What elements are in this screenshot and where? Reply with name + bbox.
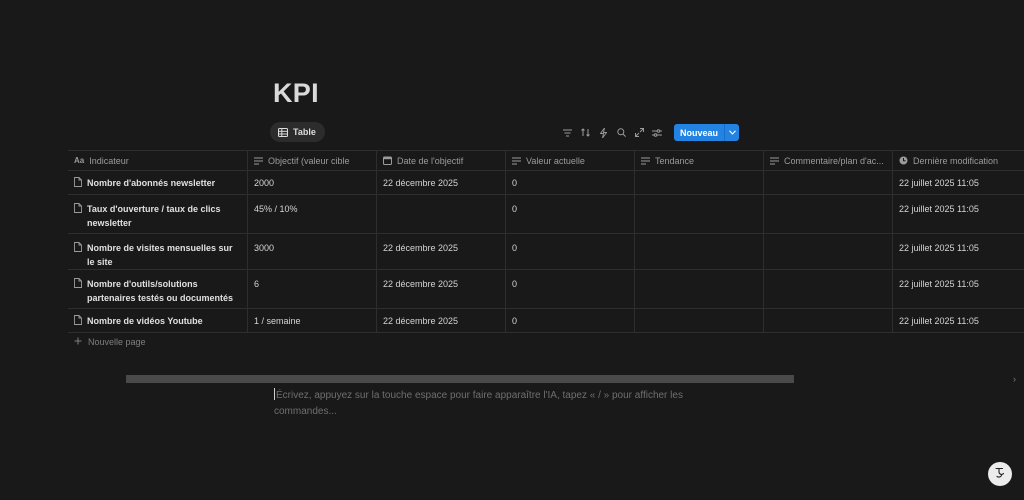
new-page-label: Nouvelle page	[88, 337, 146, 347]
new-button[interactable]: Nouveau	[674, 124, 724, 141]
cell-commentaire[interactable]	[764, 234, 893, 269]
title-icon: Aa	[74, 156, 85, 165]
cell-date[interactable]: 22 décembre 2025	[377, 234, 506, 269]
cell-objectif[interactable]: 2000	[248, 171, 377, 194]
cell-derniere-modification: 22 juillet 2025 11:05	[899, 316, 979, 326]
cell-indicateur[interactable]: Nombre d'abonnés newsletter	[68, 171, 248, 194]
text-icon	[512, 157, 521, 165]
cell-objectif[interactable]: 6	[248, 270, 377, 308]
table-row[interactable]: Taux d'ouverture / taux de clics newslet…	[68, 195, 1024, 234]
text-caret	[274, 388, 275, 400]
column-header-date[interactable]: Date de l'objectif	[377, 151, 506, 170]
page-icon	[74, 242, 82, 256]
help-button[interactable]	[988, 462, 1012, 486]
clock-icon	[899, 156, 908, 165]
search-icon[interactable]	[612, 124, 630, 141]
column-header-indicateur[interactable]: Aa Indicateur	[68, 151, 248, 170]
page-icon	[74, 177, 82, 191]
editor-placeholder: Écrivez, appuyez sur la touche espace po…	[274, 390, 683, 417]
database-toolbar: Nouveau	[558, 124, 740, 141]
table-header-row: Aa Indicateur Objectif (valeur cible Dat…	[68, 150, 1024, 171]
cell-date[interactable]: 22 décembre 2025	[377, 309, 506, 332]
cell-derniere-modification: 22 juillet 2025 11:05	[899, 178, 979, 188]
page-icon	[74, 278, 82, 292]
cell-date[interactable]: 22 décembre 2025	[377, 270, 506, 308]
cell-valeur[interactable]: 0	[506, 171, 635, 194]
cell-commentaire[interactable]	[764, 195, 893, 233]
text-icon	[770, 157, 779, 165]
expand-icon[interactable]	[630, 124, 648, 141]
column-header-commentaire[interactable]: Commentaire/plan d'ac...	[764, 151, 893, 170]
automation-icon[interactable]	[594, 124, 612, 141]
table-row[interactable]: Nombre de vidéos Youtube 1 / semaine 22 …	[68, 309, 1024, 333]
page-title[interactable]: KPI	[273, 78, 319, 109]
tab-table-label: Table	[293, 127, 316, 137]
cell-tendance[interactable]	[635, 171, 764, 194]
settings-icon[interactable]	[648, 124, 666, 141]
cell-derniere-modification: 22 juillet 2025 11:05	[899, 243, 979, 253]
cell-tendance[interactable]	[635, 309, 764, 332]
sort-icon[interactable]	[576, 124, 594, 141]
cell-derniere-modification: 22 juillet 2025 11:05	[899, 279, 979, 289]
new-page-row[interactable]: Nouvelle page	[74, 337, 146, 347]
cell-commentaire[interactable]	[764, 270, 893, 308]
column-header-objectif[interactable]: Objectif (valeur cible	[248, 151, 377, 170]
cell-derniere-modification: 22 juillet 2025 11:05	[899, 204, 979, 214]
cell-tendance[interactable]	[635, 195, 764, 233]
page-icon	[74, 315, 82, 329]
cell-objectif[interactable]: 1 / semaine	[248, 309, 377, 332]
cell-valeur[interactable]: 0	[506, 309, 635, 332]
cell-date[interactable]	[377, 195, 506, 233]
chevron-down-icon	[728, 130, 736, 135]
column-header-derniere-modification[interactable]: Dernière modification	[893, 151, 1024, 170]
cell-indicateur[interactable]: Taux d'ouverture / taux de clics newslet…	[68, 195, 248, 233]
cell-valeur[interactable]: 0	[506, 195, 635, 233]
cell-indicateur[interactable]: Nombre de visites mensuelles sur le site	[68, 234, 248, 269]
table-row[interactable]: Nombre de visites mensuelles sur le site…	[68, 234, 1024, 270]
scroll-right-icon[interactable]: ›	[1013, 374, 1016, 384]
cell-tendance[interactable]	[635, 270, 764, 308]
cell-tendance[interactable]	[635, 234, 764, 269]
table-row[interactable]: Nombre d'abonnés newsletter 2000 22 déce…	[68, 171, 1024, 195]
text-icon	[641, 157, 650, 165]
table-icon	[278, 127, 288, 137]
cell-commentaire[interactable]	[764, 171, 893, 194]
kpi-table: Aa Indicateur Objectif (valeur cible Dat…	[68, 150, 1024, 333]
cell-objectif[interactable]: 3000	[248, 234, 377, 269]
tab-table-view[interactable]: Table	[270, 122, 325, 142]
text-icon	[254, 157, 263, 165]
filter-icon[interactable]	[558, 124, 576, 141]
column-header-valeur[interactable]: Valeur actuelle	[506, 151, 635, 170]
new-dropdown-button[interactable]	[724, 124, 739, 141]
editor-block[interactable]: Écrivez, appuyez sur la touche espace po…	[274, 388, 694, 420]
column-header-tendance[interactable]: Tendance	[635, 151, 764, 170]
cell-commentaire[interactable]	[764, 309, 893, 332]
horizontal-scrollbar[interactable]	[126, 375, 794, 383]
new-button-group: Nouveau	[674, 124, 740, 141]
cell-valeur[interactable]: 0	[506, 270, 635, 308]
cell-valeur[interactable]: 0	[506, 234, 635, 269]
calendar-icon	[383, 156, 392, 165]
cell-indicateur[interactable]: Nombre d'outils/solutions partenaires te…	[68, 270, 248, 308]
table-row[interactable]: Nombre d'outils/solutions partenaires te…	[68, 270, 1024, 309]
page-icon	[74, 203, 82, 217]
plus-icon	[74, 337, 82, 347]
cell-objectif[interactable]: 45% / 10%	[248, 195, 377, 233]
cell-indicateur[interactable]: Nombre de vidéos Youtube	[68, 309, 248, 332]
help-icon	[993, 465, 1007, 484]
cell-date[interactable]: 22 décembre 2025	[377, 171, 506, 194]
